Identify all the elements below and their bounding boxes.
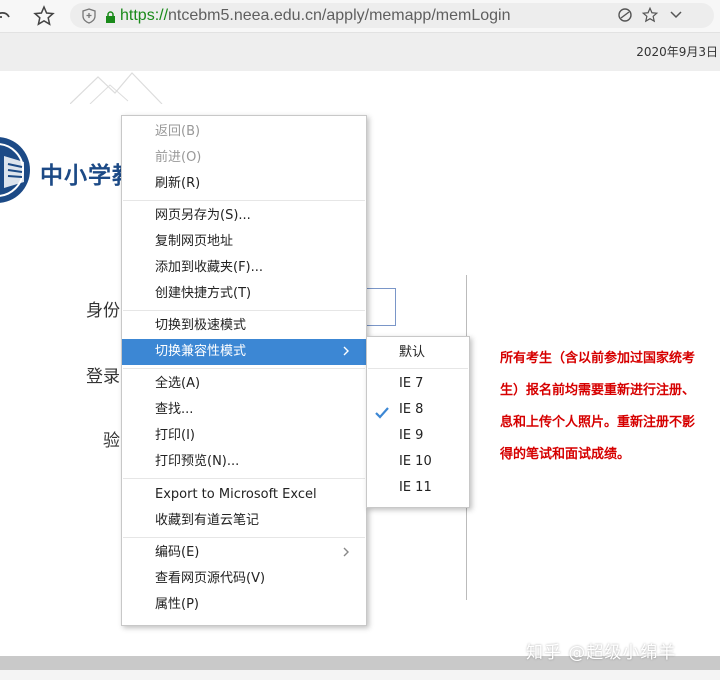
menu-item-copy-url[interactable]: 复制网页地址	[122, 229, 366, 255]
mountain-decoration	[70, 72, 163, 104]
menu-item-forward[interactable]: 前进(O)	[122, 145, 366, 171]
verify-label: 验	[103, 431, 120, 451]
notice-text: 所有考生（含以前参加过国家统考 生）报名前均需要重新进行注册、 息和上传个人照片…	[500, 343, 720, 471]
menu-item-add-favorite[interactable]: 添加到收藏夹(F)...	[122, 255, 366, 281]
url-protocol: https://	[120, 7, 169, 24]
menu-item-view-source[interactable]: 查看网页源代码(V)	[122, 566, 366, 592]
menu-separator	[123, 478, 365, 479]
browser-toolbar: https://ntcebm5.neea.edu.cn/apply/memapp…	[0, 0, 720, 33]
menu-item-properties[interactable]: 属性(P)	[122, 592, 366, 618]
submenu-item-ie9[interactable]: IE 9	[367, 423, 469, 449]
address-bar[interactable]: https://ntcebm5.neea.edu.cn/apply/memapp…	[70, 3, 714, 28]
notice-line: 得的笔试和面试成绩。	[500, 447, 631, 462]
menu-item-compat-mode[interactable]: 切换兼容性模式	[122, 339, 366, 365]
logo-icon	[0, 134, 30, 210]
context-menu: 返回(B) 前进(O) 刷新(R) 网页另存为(S)... 复制网页地址 添加到…	[121, 115, 367, 626]
menu-separator	[368, 368, 468, 369]
menu-item-save-as[interactable]: 网页另存为(S)...	[122, 203, 366, 229]
compat-submenu: 默认 IE 7 IE 8 IE 9 IE 10 IE 11	[366, 336, 470, 508]
notice-line: 所有考生（含以前参加过国家统考	[500, 351, 696, 366]
date-text: 2020年9月3日	[636, 45, 718, 59]
menu-item-youdao-note[interactable]: 收藏到有道云笔记	[122, 508, 366, 534]
back-icon[interactable]	[0, 4, 14, 28]
menu-item-compat-label: 切换兼容性模式	[155, 344, 247, 359]
submenu-item-ie8[interactable]: IE 8	[367, 397, 469, 423]
lock-icon	[105, 9, 116, 28]
notice-line: 生）报名前均需要重新进行注册、	[500, 383, 696, 398]
login-label: 登录	[86, 367, 120, 387]
menu-item-select-all[interactable]: 全选(A)	[122, 371, 366, 397]
submenu-item-ie11[interactable]: IE 11	[367, 475, 469, 501]
shield-icon[interactable]	[82, 8, 96, 28]
menu-item-encoding[interactable]: 编码(E)	[122, 540, 366, 566]
notice-line: 息和上传个人照片。重新注册不影	[500, 415, 696, 430]
submenu-item-ie10[interactable]: IE 10	[367, 449, 469, 475]
chevron-right-icon	[342, 540, 350, 566]
menu-item-export-excel[interactable]: Export to Microsoft Excel	[122, 482, 366, 508]
submenu-item-ie8-label: IE 8	[399, 402, 424, 417]
menu-separator	[123, 200, 365, 201]
header-bar: 2020年9月3日	[0, 33, 720, 104]
menu-separator	[123, 310, 365, 311]
menu-item-create-shortcut[interactable]: 创建快捷方式(T)	[122, 281, 366, 307]
submenu-item-ie7[interactable]: IE 7	[367, 371, 469, 397]
url-text[interactable]: https://ntcebm5.neea.edu.cn/apply/memapp…	[120, 3, 510, 28]
menu-separator	[123, 368, 365, 369]
menu-item-print-preview[interactable]: 打印预览(N)...	[122, 449, 366, 475]
star-icon[interactable]	[32, 4, 56, 28]
menu-item-find[interactable]: 查找...	[122, 397, 366, 423]
chevron-right-icon	[342, 339, 350, 365]
watermark: 知乎 @超级小绵羊	[526, 643, 677, 663]
bottom-strip	[0, 670, 720, 680]
menu-item-back[interactable]: 返回(B)	[122, 119, 366, 145]
url-host: ntcebm5.neea.edu.cn	[168, 7, 322, 24]
menu-separator	[123, 537, 365, 538]
chevron-down-icon[interactable]	[666, 6, 686, 26]
menu-item-refresh[interactable]: 刷新(R)	[122, 171, 366, 197]
star-outline-icon[interactable]	[640, 6, 660, 26]
submenu-item-default[interactable]: 默认	[367, 340, 469, 366]
id-label: 身份	[86, 301, 120, 321]
reader-icon[interactable]	[615, 6, 635, 26]
menu-item-encoding-label: 编码(E)	[155, 545, 200, 560]
menu-item-fast-mode[interactable]: 切换到极速模式	[122, 313, 366, 339]
url-path: /apply/memapp/memLogin	[321, 7, 511, 24]
menu-item-print[interactable]: 打印(I)	[122, 423, 366, 449]
